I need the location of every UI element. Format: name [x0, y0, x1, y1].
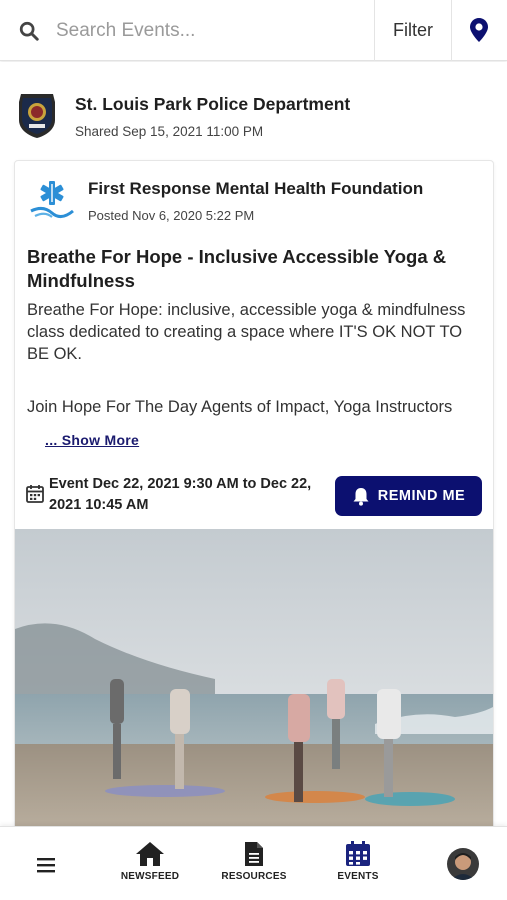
calendar-icon [346, 841, 370, 866]
bottom-navigation: NEWSFEED RESOURCES EVENTS [0, 826, 507, 900]
map-pin-icon [470, 18, 488, 42]
bell-icon [353, 487, 369, 506]
nav-events[interactable]: EVENTS [313, 841, 403, 882]
show-more-link[interactable]: ... Show More [45, 432, 139, 448]
yoga-beach-photo [15, 529, 493, 829]
event-card: First Response Mental Health Foundation … [14, 160, 494, 830]
event-description: Breathe For Hope: inclusive, accessible … [27, 301, 466, 363]
profile-avatar[interactable] [447, 848, 479, 880]
home-icon [136, 842, 164, 866]
nav-newsfeed[interactable]: NEWSFEED [105, 841, 195, 882]
location-button[interactable] [458, 18, 500, 44]
document-icon [245, 842, 263, 866]
search-icon[interactable] [18, 20, 40, 42]
event-datetime: Event Dec 22, 2021 9:30 AM to Dec 22, 20… [49, 476, 312, 513]
organization-name[interactable]: First Response Mental Health Foundation [88, 179, 423, 199]
search-input[interactable] [56, 17, 356, 45]
posted-date: Posted Nov 6, 2020 5:22 PM [88, 208, 255, 223]
hamburger-menu-icon[interactable] [37, 857, 55, 873]
medical-star-logo [30, 181, 74, 218]
remind-me-label: REMIND ME [377, 488, 466, 504]
nav-newsfeed-label: NEWSFEED [120, 871, 180, 882]
remind-me-button[interactable]: REMIND ME [335, 476, 482, 516]
nav-resources[interactable]: RESOURCES [209, 841, 299, 882]
nav-resources-label: RESOURCES [221, 871, 287, 882]
user-avatar-icon [447, 848, 479, 880]
calendar-icon [26, 485, 44, 503]
police-badge-logo [19, 94, 55, 138]
event-description-continued: Join Hope For The Day Agents of Impact, … [27, 398, 453, 416]
event-title: Breathe For Hope - Inclusive Accessible … [27, 246, 447, 291]
nav-events-label: EVENTS [337, 871, 379, 882]
department-name[interactable]: St. Louis Park Police Department [75, 94, 350, 115]
filter-button[interactable]: Filter [374, 0, 452, 61]
search-bar: Filter [0, 0, 507, 61]
shared-date: Shared Sep 15, 2021 11:00 PM [75, 124, 264, 139]
